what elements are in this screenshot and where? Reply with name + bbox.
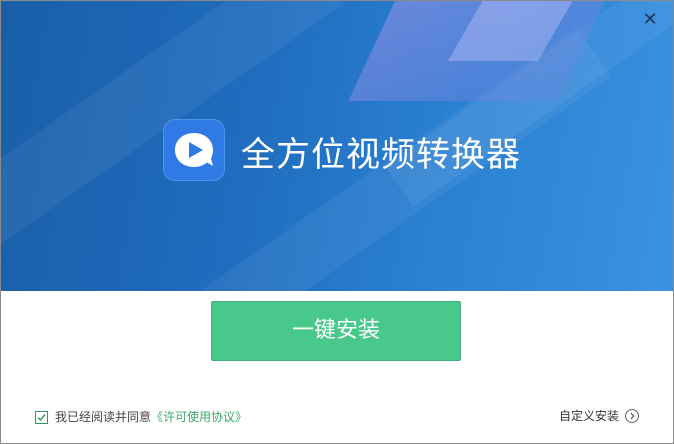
app-logo	[163, 119, 225, 181]
installer-window: ✕ 全方位视频转换器 一键安装 我已经阅读并同意 《许可使用协议》 自定义安装	[0, 0, 674, 444]
checkmark-icon	[37, 413, 46, 421]
one-click-install-button[interactable]: 一键安装	[211, 301, 461, 361]
header-banner: ✕ 全方位视频转换器	[1, 1, 673, 291]
license-agreement: 我已经阅读并同意 《许可使用协议》	[35, 409, 247, 425]
close-button[interactable]: ✕	[641, 11, 659, 29]
license-link[interactable]: 《许可使用协议》	[151, 409, 247, 425]
app-title: 全方位视频转换器	[241, 135, 521, 175]
close-icon: ✕	[642, 9, 658, 30]
agree-checkbox[interactable]	[35, 410, 48, 424]
agree-text: 我已经阅读并同意	[55, 410, 152, 424]
chevron-right-circle-icon	[625, 409, 639, 423]
custom-install-label: 自定义安装	[558, 409, 619, 423]
custom-install-button[interactable]: 自定义安装	[559, 407, 639, 425]
play-bubble-icon	[175, 133, 213, 167]
